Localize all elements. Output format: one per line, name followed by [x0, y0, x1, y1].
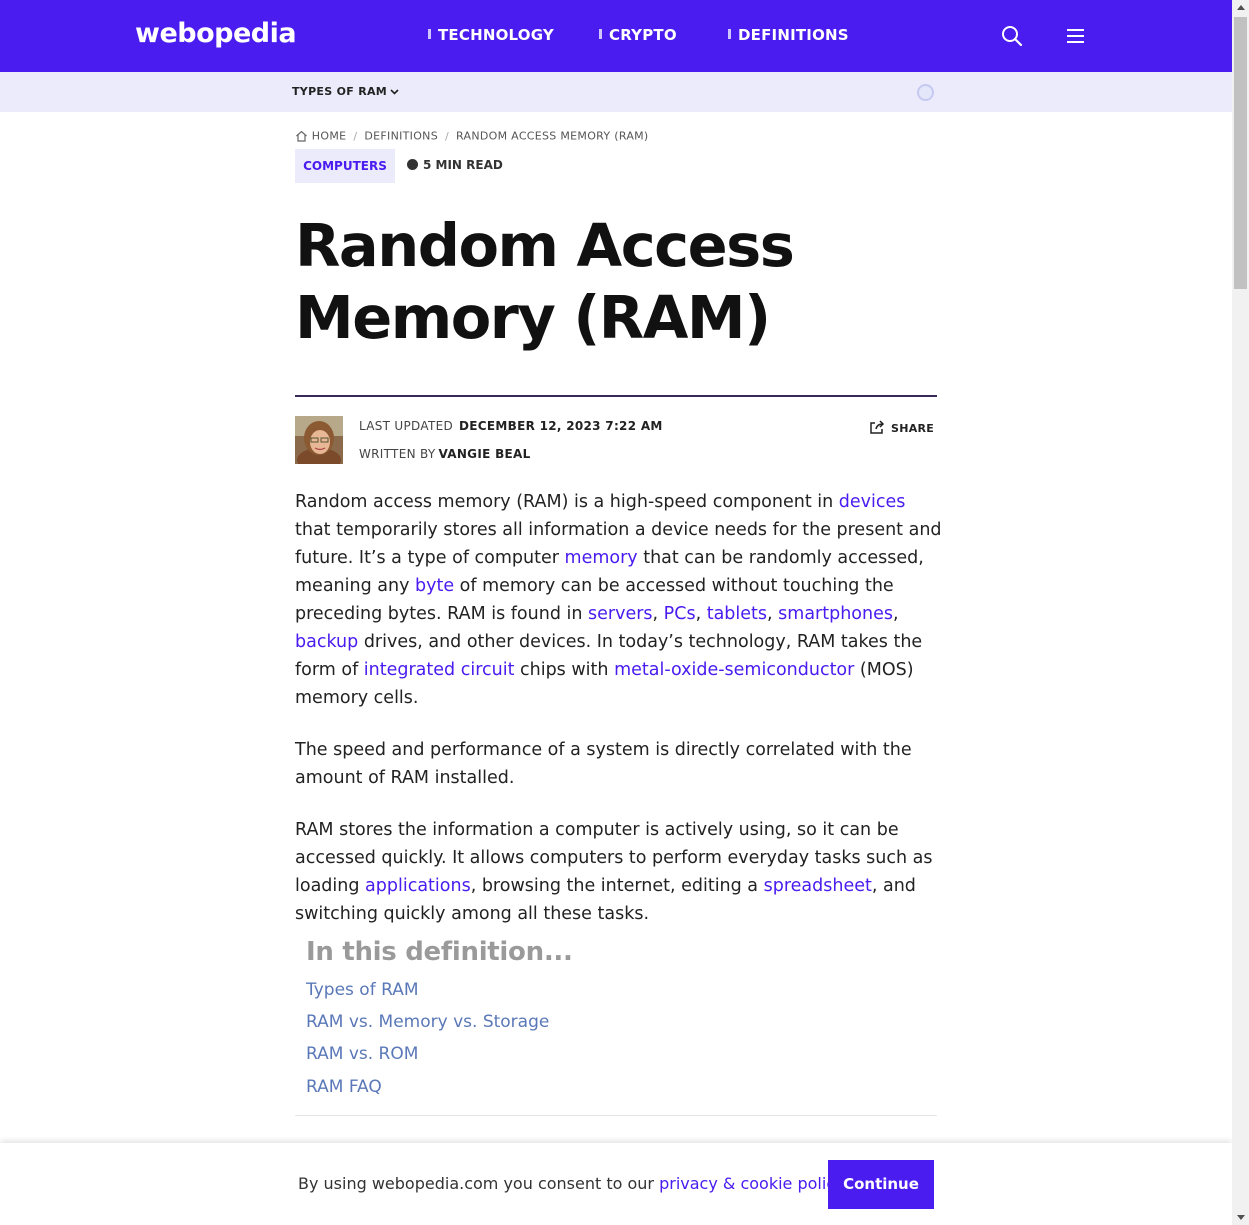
breadcrumb: HOME / DEFINITIONS / RANDOM ACCESS MEMORY (R… [295, 129, 649, 143]
inline-link[interactable]: tablets [707, 604, 767, 624]
vertical-scrollbar[interactable] [1232, 0, 1249, 1225]
title-line-2: Memory (RAM) [295, 283, 771, 352]
nav-crypto[interactable]: CRYPTO [599, 26, 677, 44]
nav-label: DEFINITIONS [738, 26, 849, 44]
page-title: Random Access Memory (RAM) [295, 210, 935, 354]
share-icon [870, 420, 885, 434]
toc-item[interactable]: RAM FAQ [306, 1077, 382, 1097]
nav-label: CRYPTO [609, 26, 677, 44]
inline-link[interactable]: metal-oxide-semiconductor [614, 660, 854, 680]
toc-title: In this definition... [306, 937, 573, 967]
toc-dropdown[interactable]: TYPES OF RAM [292, 85, 399, 98]
last-updated-label: LAST UPDATED [359, 419, 454, 433]
breadcrumb-current: RANDOM ACCESS MEMORY (RAM) [456, 129, 649, 143]
home-icon [296, 130, 307, 142]
breadcrumb-separator: / [353, 129, 358, 143]
article-paragraph: The speed and performance of a system is… [295, 740, 912, 788]
inline-link[interactable]: memory [565, 548, 638, 568]
inline-link[interactable]: servers [588, 604, 653, 624]
inline-link[interactable]: devices [839, 492, 906, 512]
author-avatar[interactable] [295, 416, 343, 464]
last-updated-value: DECEMBER 12, 2023 7:22 AM [459, 419, 663, 433]
author-byline: WRITTEN BY VANGIE BEAL [359, 447, 531, 461]
chevron-down-icon [390, 89, 399, 95]
article-paragraph: RAM stores the information a computer is… [295, 820, 933, 924]
article-paragraph: Random access memory (RAM) is a high-spe… [295, 492, 942, 708]
read-time-label: 5 MIN READ [423, 158, 503, 172]
nav-technology[interactable]: TECHNOLOGY [428, 26, 554, 44]
category-badge[interactable]: COMPUTERS [295, 149, 395, 183]
share-button[interactable]: SHARE [869, 420, 934, 435]
site-header: webopedia TECHNOLOGY CRYPTO DEFINITIONS [0, 0, 1232, 72]
inline-link[interactable]: backup [295, 632, 358, 652]
author-name[interactable]: VANGIE BEAL [438, 447, 530, 461]
breadcrumb-definitions[interactable]: DEFINITIONS [364, 130, 438, 143]
read-time: 5 MIN READ [407, 158, 503, 172]
cookie-message: By using webopedia.com you consent to ou… [298, 1174, 660, 1193]
continue-button[interactable]: Continue [828, 1160, 934, 1209]
breadcrumb-separator: / [445, 129, 450, 143]
inline-link[interactable]: smartphones [778, 604, 893, 624]
toc-dropdown-label: TYPES OF RAM [292, 85, 388, 98]
nav-marker [599, 29, 602, 39]
inline-link[interactable]: applications [365, 876, 471, 896]
table-of-contents: In this definition... Types of RAM RAM v… [295, 925, 937, 1116]
last-updated: LAST UPDATED DECEMBER 12, 2023 7:22 AM [359, 419, 663, 433]
scrollbar-thumb[interactable] [1234, 17, 1247, 289]
clock-icon [407, 159, 418, 170]
nav-marker [728, 29, 731, 39]
nav-definitions[interactable]: DEFINITIONS [728, 26, 849, 44]
scroll-up-arrow-icon[interactable] [1237, 5, 1245, 10]
toc-item[interactable]: RAM vs. ROM [306, 1044, 418, 1064]
toc-item[interactable]: Types of RAM [306, 980, 419, 1000]
scroll-down-arrow-icon[interactable] [1237, 1215, 1245, 1220]
nav-label: TECHNOLOGY [438, 26, 554, 44]
cookie-consent-banner: By using webopedia.com you consent to ou… [0, 1143, 1232, 1225]
inline-link[interactable]: spreadsheet [764, 876, 872, 896]
title-divider [295, 395, 937, 397]
reading-progress-indicator [917, 84, 934, 101]
site-logo[interactable]: webopedia [135, 18, 297, 49]
title-line-1: Random Access [295, 211, 795, 280]
hamburger-menu-icon[interactable] [1065, 24, 1089, 48]
article-body: Random access memory (RAM) is a high-spe… [295, 488, 945, 952]
privacy-policy-link[interactable]: privacy & cookie policy [659, 1174, 842, 1193]
written-by-label: WRITTEN BY [359, 447, 436, 461]
breadcrumb-home[interactable]: HOME [312, 130, 347, 143]
nav-marker [428, 29, 431, 39]
share-label: SHARE [891, 422, 935, 435]
cookie-text: By using webopedia.com you consent to ou… [298, 1174, 847, 1193]
toc-item[interactable]: RAM vs. Memory vs. Storage [306, 1012, 549, 1032]
inline-link[interactable]: PCs [664, 604, 696, 624]
inline-link[interactable]: integrated circuit [364, 660, 515, 680]
article-subnav: TYPES OF RAM [0, 72, 1232, 112]
search-icon[interactable] [1000, 24, 1024, 48]
inline-link[interactable]: byte [415, 576, 454, 596]
